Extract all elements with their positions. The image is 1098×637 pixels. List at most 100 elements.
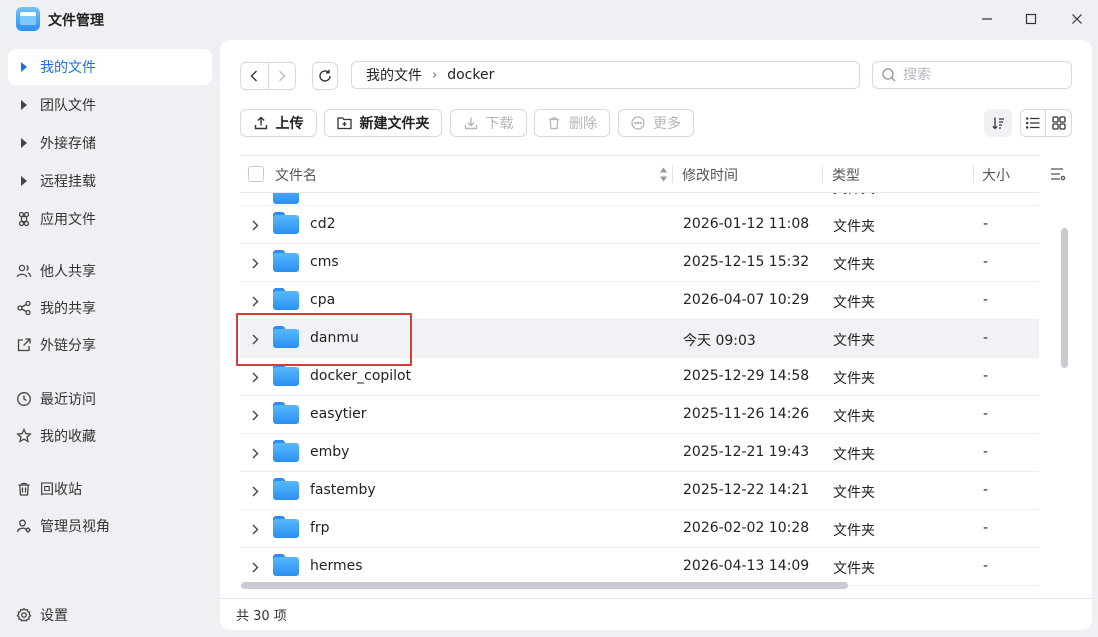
sidebar-item-recent[interactable]: 最近访问 (8, 381, 212, 417)
more-button[interactable]: 更多 (618, 109, 694, 137)
col-header-modified[interactable]: 修改时间 (682, 165, 738, 185)
row-name: frp (310, 520, 330, 536)
expand-chevron-icon[interactable] (252, 485, 259, 501)
column-divider[interactable] (822, 165, 823, 183)
sidebar-item-label: 我的共享 (40, 301, 96, 317)
sidebar-item-external-links[interactable]: 外链分享 (8, 327, 212, 363)
sort-icon (992, 117, 1004, 130)
column-divider[interactable] (672, 165, 673, 183)
upload-icon (254, 116, 268, 130)
row-size: - (983, 520, 989, 536)
sidebar-item-label: 最近访问 (40, 392, 96, 408)
column-settings-icon[interactable] (1050, 167, 1066, 185)
row-size: - (983, 444, 989, 460)
highlight-annotation (236, 313, 412, 366)
search-box[interactable] (872, 61, 1072, 89)
breadcrumb-separator-icon: › (432, 67, 438, 83)
sidebar-item-recycle-bin[interactable]: 回收站 (8, 471, 212, 507)
sidebar-item-settings[interactable]: 设置 (8, 597, 212, 633)
row-size: - (983, 254, 989, 270)
col-header-name[interactable]: 文件名 (275, 165, 317, 185)
table-row[interactable]: cd2 2026-01-12 11:08 文件夹 - (240, 206, 1039, 244)
list-view-button[interactable] (1021, 110, 1046, 136)
close-button[interactable] (1066, 8, 1088, 30)
sidebar-item-admin-view[interactable]: 管理员视角 (8, 508, 212, 544)
expand-chevron-icon[interactable] (252, 295, 259, 311)
trash-icon (547, 116, 561, 130)
sidebar-item-shared-with-me[interactable]: 他人共享 (8, 253, 212, 289)
col-header-size[interactable]: 大小 (982, 165, 1010, 185)
grid-icon (1051, 116, 1066, 130)
breadcrumb-root[interactable]: 我的文件 (366, 65, 422, 85)
back-button[interactable] (241, 63, 268, 89)
row-type: 文件夹 (833, 295, 875, 311)
row-modified: 今天 09:03 (683, 333, 756, 349)
caret-right-icon (20, 138, 30, 148)
column-divider[interactable] (973, 165, 974, 183)
table-row[interactable]: 文件夹 (240, 193, 1039, 206)
search-icon (882, 68, 896, 82)
row-size: - (983, 216, 989, 232)
folder-icon (273, 250, 299, 272)
minimize-button[interactable] (976, 8, 998, 30)
sidebar-item-label: 我的收藏 (40, 429, 96, 445)
table-row[interactable]: easytier 2025-11-26 14:26 文件夹 - (240, 396, 1039, 434)
table-row[interactable]: frp 2026-02-02 10:28 文件夹 - (240, 510, 1039, 548)
caret-right-icon (20, 62, 30, 72)
upload-button[interactable]: 上传 (240, 109, 317, 137)
row-type: 文件夹 (833, 257, 875, 273)
sidebar-item-remote-mount[interactable]: 远程挂载 (8, 163, 212, 199)
row-name: cd2 (310, 216, 336, 232)
folder-icon (273, 364, 299, 386)
expand-chevron-icon[interactable] (252, 523, 259, 539)
grid-view-button[interactable] (1046, 110, 1071, 136)
expand-chevron-icon[interactable] (252, 219, 259, 235)
file-list: 文件夹 cd2 2026-01-12 11:08 文件夹 - cms 2025-… (240, 193, 1039, 587)
folder-icon (273, 554, 299, 576)
sidebar-item-app-files[interactable]: 应用文件 (8, 201, 212, 237)
sidebar-item-favorites[interactable]: 我的收藏 (8, 418, 212, 454)
sort-arrows-icon[interactable] (659, 167, 668, 186)
expand-chevron-icon[interactable] (252, 447, 259, 463)
row-modified: 2025-12-29 14:58 (683, 368, 810, 384)
item-count: 共 30 项 (236, 609, 287, 624)
breadcrumb-current[interactable]: docker (447, 67, 494, 83)
row-type: 文件夹 (833, 333, 875, 349)
delete-button[interactable]: 删除 (534, 109, 610, 137)
row-modified: 2025-12-21 19:43 (683, 444, 810, 460)
col-header-type[interactable]: 类型 (832, 165, 860, 185)
search-input[interactable] (903, 67, 1063, 83)
row-name: fastemby (310, 482, 376, 498)
expand-chevron-icon[interactable] (252, 257, 259, 273)
refresh-button[interactable] (312, 62, 338, 90)
vertical-scrollbar[interactable] (1061, 228, 1068, 368)
sidebar-item-team-files[interactable]: 团队文件 (8, 87, 212, 123)
select-all-checkbox[interactable] (248, 166, 264, 182)
row-name: easytier (310, 406, 367, 422)
file-manager-app-icon (16, 7, 40, 31)
sidebar-item-label: 我的文件 (40, 60, 96, 76)
expand-chevron-icon[interactable] (252, 409, 259, 425)
sort-button[interactable] (984, 109, 1012, 137)
caret-right-icon (20, 100, 30, 110)
download-button[interactable]: 下载 (450, 109, 527, 137)
sidebar-item-label: 设置 (40, 608, 68, 624)
sidebar-item-external-storage[interactable]: 外接存储 (8, 125, 212, 161)
close-icon (1072, 14, 1082, 24)
maximize-icon (1025, 13, 1037, 25)
forward-button[interactable] (267, 63, 295, 89)
sidebar-item-my-files[interactable]: 我的文件 (8, 49, 212, 85)
new-folder-button[interactable]: 新建文件夹 (324, 109, 442, 137)
sidebar-item-my-shares[interactable]: 我的共享 (8, 290, 212, 326)
maximize-button[interactable] (1020, 8, 1042, 30)
expand-chevron-icon[interactable] (252, 371, 259, 387)
table-row[interactable]: emby 2025-12-21 19:43 文件夹 - (240, 434, 1039, 472)
table-row[interactable]: cms 2025-12-15 15:32 文件夹 - (240, 244, 1039, 282)
expand-chevron-icon[interactable] (252, 561, 259, 577)
breadcrumb[interactable]: 我的文件 › docker (351, 61, 860, 89)
horizontal-scrollbar[interactable] (241, 582, 848, 589)
table-row[interactable]: fastemby 2025-12-22 14:21 文件夹 - (240, 472, 1039, 510)
table-row[interactable]: hermes 2026-04-13 14:09 文件夹 - (240, 548, 1039, 586)
chevron-left-icon (250, 70, 258, 82)
sidebar-item-label: 远程挂载 (40, 174, 96, 190)
